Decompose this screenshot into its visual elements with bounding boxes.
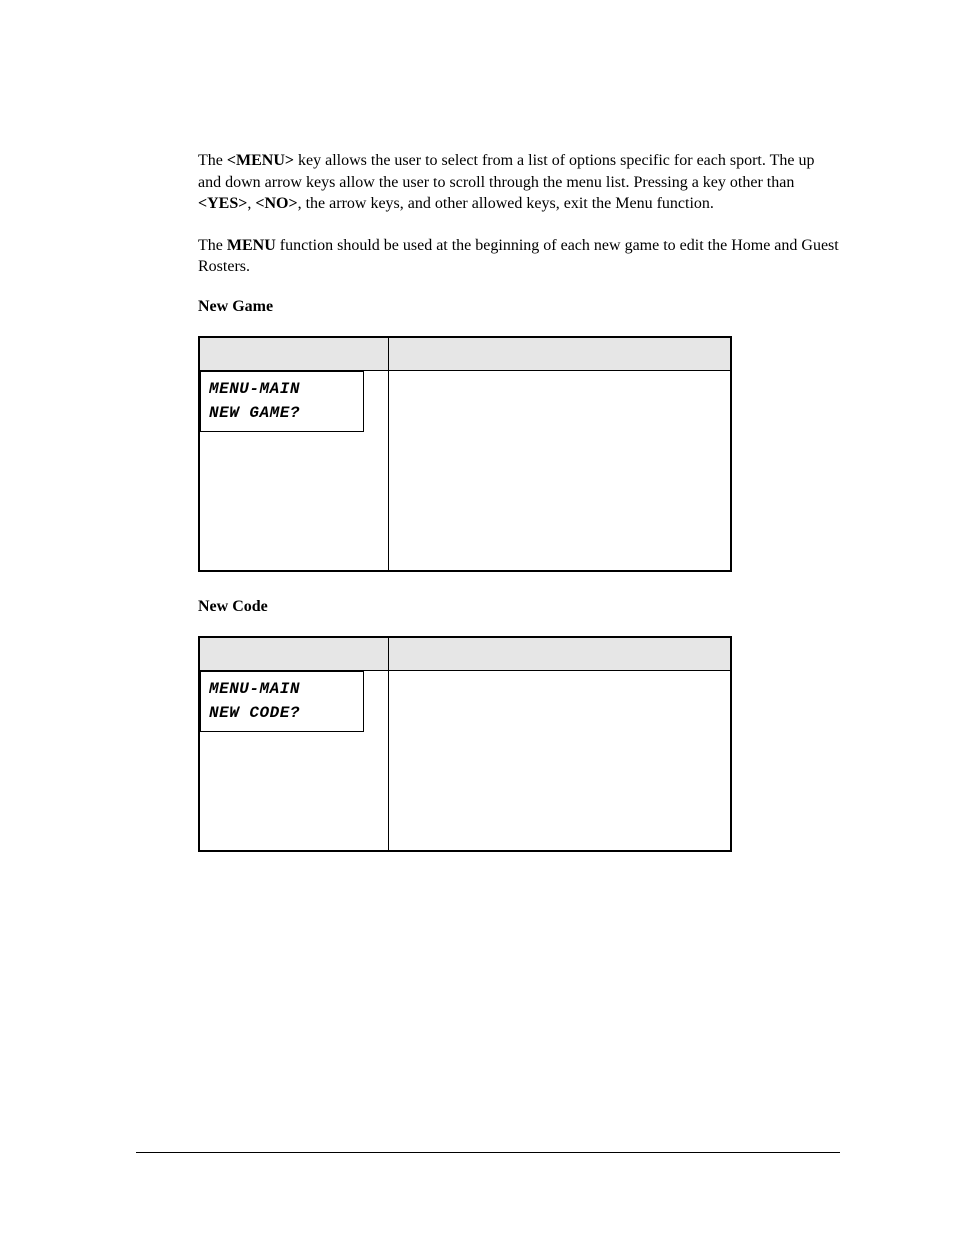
footer-divider <box>136 1152 840 1153</box>
description-cell <box>389 371 731 571</box>
menu-function-label: MENU <box>227 237 276 254</box>
table-header-cell <box>199 637 389 671</box>
description-cell <box>389 671 731 851</box>
table-header-row <box>199 337 731 371</box>
lcd-cell: MENU-MAIN NEW GAME? <box>199 371 389 571</box>
lcd-line: MENU-MAIN <box>209 378 355 401</box>
table-header-cell <box>389 637 731 671</box>
text-segment: The <box>198 237 227 254</box>
table-header-cell <box>389 337 731 371</box>
page-content: The <MENU> key allows the user to select… <box>0 0 954 852</box>
text-segment: , the arrow keys, and other allowed keys… <box>298 195 714 212</box>
table-row: MENU-MAIN NEW CODE? <box>199 671 731 851</box>
no-key-label: <NO> <box>255 195 297 212</box>
lcd-cell: MENU-MAIN NEW CODE? <box>199 671 389 851</box>
intro-paragraph-2: The MENU function should be used at the … <box>198 235 840 278</box>
new-code-heading: New Code <box>198 598 840 616</box>
table-row: MENU-MAIN NEW GAME? <box>199 371 731 571</box>
lcd-display: MENU-MAIN NEW CODE? <box>200 671 364 731</box>
lcd-line: MENU-MAIN <box>209 678 355 701</box>
menu-key-label: <MENU> <box>227 152 294 169</box>
new-game-heading: New Game <box>198 298 840 316</box>
lcd-line: NEW GAME? <box>209 402 355 425</box>
text-segment: function should be used at the beginning… <box>198 237 839 276</box>
text-segment: The <box>198 152 227 169</box>
table-header-row <box>199 637 731 671</box>
lcd-display: MENU-MAIN NEW GAME? <box>200 371 364 431</box>
table-header-cell <box>199 337 389 371</box>
new-code-table: MENU-MAIN NEW CODE? <box>198 636 732 852</box>
intro-paragraph-1: The <MENU> key allows the user to select… <box>198 150 840 215</box>
lcd-line: NEW CODE? <box>209 702 355 725</box>
yes-key-label: <YES> <box>198 195 247 212</box>
new-game-table: MENU-MAIN NEW GAME? <box>198 336 732 572</box>
